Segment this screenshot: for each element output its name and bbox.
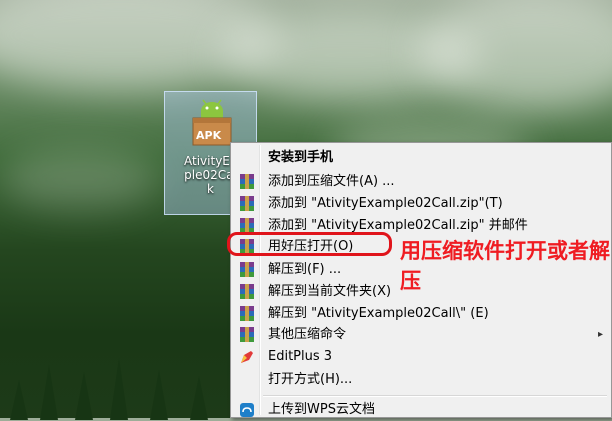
menu-item-label: 添加到压缩文件(A) ... <box>268 174 395 189</box>
winrar-icon <box>239 327 255 343</box>
menu-item-label: EditPlus 3 <box>268 349 333 364</box>
menu-item-label: 安装到手机 <box>268 150 334 165</box>
submenu-arrow-icon: ▸ <box>597 329 603 340</box>
winrar-icon <box>239 284 255 300</box>
winrar-icon <box>239 174 255 190</box>
menu-item-other-compress-commands[interactable]: 其他压缩命令 ▸ <box>233 324 609 346</box>
menu-item-label: 打开方式(H)... <box>268 372 353 387</box>
annotation-text: 用压缩软件打开或者解压 <box>400 239 610 293</box>
menu-item-label: 解压到(F) ... <box>268 262 342 277</box>
menu-item-editplus[interactable]: EditPlus 3 <box>233 346 609 368</box>
winrar-icon <box>239 196 255 212</box>
editplus-icon <box>241 351 253 363</box>
menu-item-add-to-zip[interactable]: 添加到 "AtivityExample02Call.zip"(T) <box>233 193 609 215</box>
menu-item-label: 其他压缩命令 <box>268 327 347 342</box>
menu-item-add-to-archive[interactable]: 添加到压缩文件(A) ... <box>233 171 609 193</box>
winrar-icon <box>239 306 255 322</box>
highlight-ring <box>227 232 392 256</box>
menu-item-extract-to-folder[interactable]: 解压到 "AtivityExample02Call\" (E) <box>233 303 609 325</box>
winrar-icon <box>239 262 255 278</box>
wps-cloud-icon <box>240 403 254 417</box>
apk-badge: APK <box>196 129 222 142</box>
menu-item-label: 解压到 "AtivityExample02Call\" (E) <box>268 306 489 321</box>
menu-separator <box>263 395 607 397</box>
menu-item-label: 解压到当前文件夹(X) <box>268 284 392 299</box>
menu-item-open-with[interactable]: 打开方式(H)... <box>233 369 609 391</box>
menu-item-label: 添加到 "AtivityExample02Call.zip"(T) <box>268 196 503 211</box>
menu-item-install-to-phone[interactable]: 安装到手机 <box>233 147 609 169</box>
